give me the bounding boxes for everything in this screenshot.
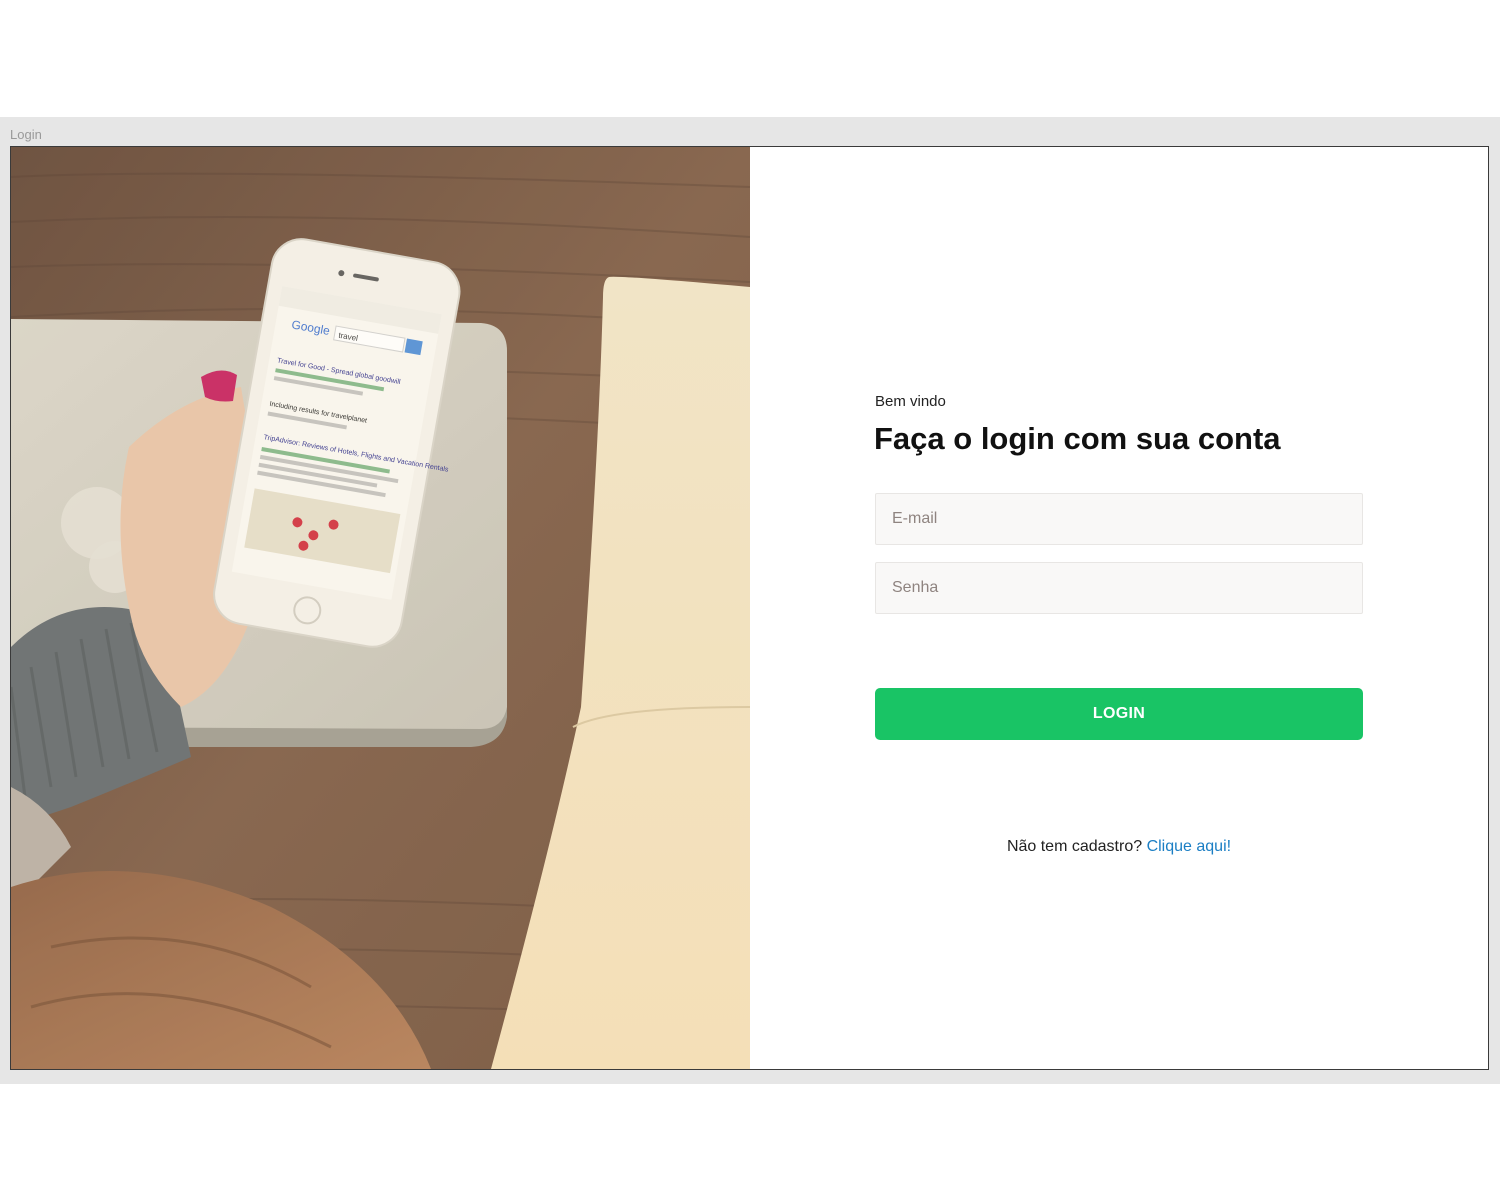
hero-photo: Google travel Travel for Good - Spread g… [11,147,750,1069]
login-button[interactable]: LOGIN [875,688,1363,740]
signup-row: Não tem cadastro? Clique aqui! [875,838,1363,856]
welcome-text: Bem vindo [875,393,946,410]
page-title: Faça o login com sua conta [874,421,1281,456]
login-artboard: Google travel Travel for Good - Spread g… [10,146,1489,1070]
signup-link[interactable]: Clique aqui! [1147,838,1232,855]
email-field[interactable] [875,493,1363,545]
artboard-label: Login [10,127,42,142]
login-form-panel: Bem vindo Faça o login com sua conta LOG… [750,147,1488,1069]
signup-prompt: Não tem cadastro? [1006,838,1147,855]
password-field[interactable] [875,562,1363,614]
